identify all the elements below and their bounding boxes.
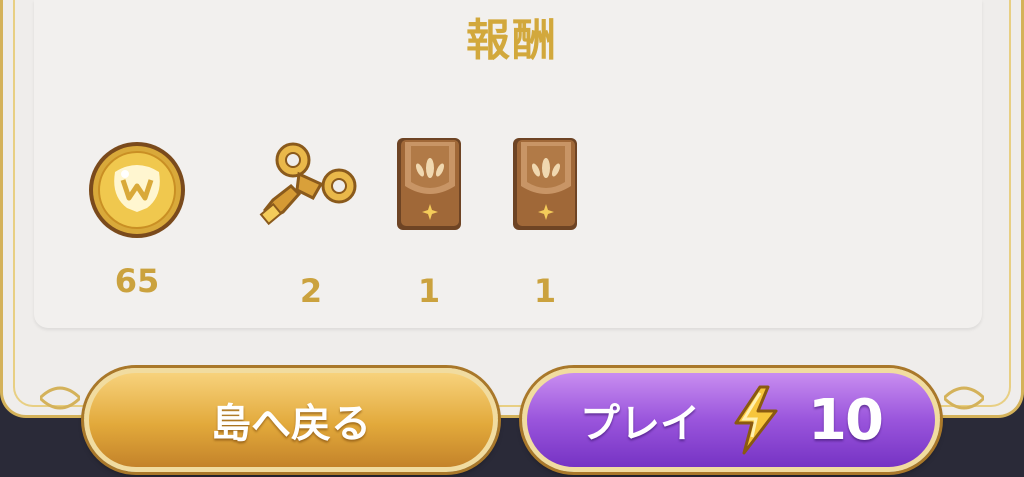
play-button[interactable]: プレイ 10 xyxy=(522,368,940,472)
play-energy-cost: 10 xyxy=(808,387,884,453)
coin-icon xyxy=(89,142,185,238)
reward-item-card-pack: 1 xyxy=(490,132,600,310)
reward-item-key: 2 xyxy=(256,138,366,310)
rewards-title: 報酬 xyxy=(466,15,558,66)
card-pack-icon xyxy=(397,138,461,230)
windup-key-icon xyxy=(259,142,357,226)
ornament-icon xyxy=(40,386,80,410)
reward-quantity: 65 xyxy=(114,262,160,300)
reward-item-coin: 65 xyxy=(82,138,192,300)
reward-item-card-pack: 1 xyxy=(374,132,484,310)
reward-quantity: 2 xyxy=(299,272,323,310)
reward-quantity: 1 xyxy=(533,272,557,310)
ornament-icon xyxy=(944,386,984,410)
play-button-label: プレイ xyxy=(580,401,701,447)
card-pack-icon xyxy=(513,138,577,230)
lightning-icon xyxy=(734,385,778,455)
back-button-label: 島へ戻る xyxy=(211,401,371,447)
back-to-island-button[interactable]: 島へ戻る xyxy=(84,368,498,472)
reward-quantity: 1 xyxy=(417,272,441,310)
